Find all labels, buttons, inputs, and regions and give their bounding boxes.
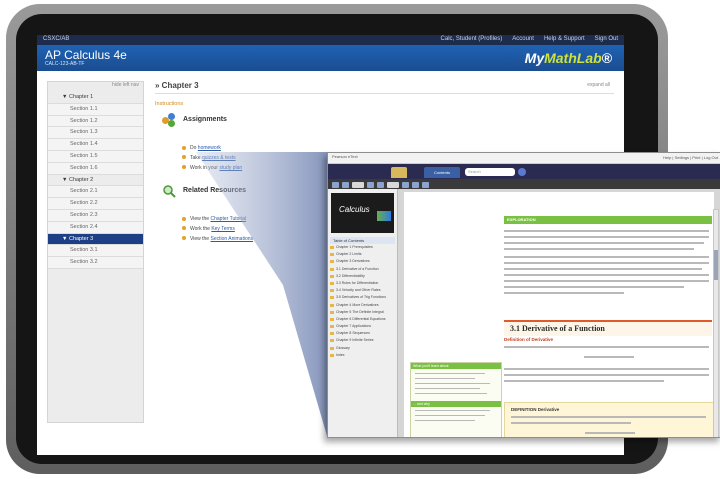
next-page-icon[interactable] <box>342 181 349 188</box>
toc-item[interactable]: Chapter 6 Differential Equations <box>328 316 397 323</box>
toc-item[interactable]: Chapter 9 Infinite Series <box>328 337 397 344</box>
why-heading: ... and why <box>411 401 501 407</box>
text-line <box>504 374 709 376</box>
text-line <box>504 280 709 282</box>
bookmark-tab[interactable] <box>391 167 407 178</box>
text-line <box>504 256 709 258</box>
exploration-heading: EXPLORATION <box>504 216 712 224</box>
cover-title: Calculus <box>339 205 370 214</box>
text-line <box>504 368 709 370</box>
text-line <box>415 373 485 375</box>
text-line <box>504 248 694 250</box>
text-line <box>415 388 480 390</box>
text-line <box>504 286 684 288</box>
page-scrollbar[interactable] <box>713 209 719 437</box>
toc-item[interactable]: Chapter 8 Sequences <box>328 330 397 337</box>
etext-account-links[interactable]: Help | Settings | Print | Log Out <box>663 155 718 160</box>
text-line <box>504 262 709 264</box>
search-go-icon[interactable] <box>518 168 526 176</box>
toc-item[interactable]: Index <box>328 352 397 359</box>
text-line <box>415 420 475 422</box>
bookmark-icon[interactable] <box>412 181 419 188</box>
toc-item[interactable]: 3.2 Differentiability <box>328 273 397 280</box>
text-line <box>511 422 631 424</box>
etext-brand: Pearson eText <box>332 154 358 159</box>
cover-graphic <box>377 211 391 221</box>
text-line <box>504 380 664 382</box>
zoom-level-field[interactable] <box>387 181 399 188</box>
text-line <box>415 410 490 412</box>
scroll-thumb[interactable] <box>714 250 718 280</box>
toc-item[interactable]: Glossary <box>328 345 397 352</box>
etext-left-panel: Calculus Table of Contents Chapter 1 Pre… <box>328 189 398 437</box>
book-page: EXPLORATION 3.1 Derivative of a Function… <box>404 192 714 437</box>
text-line <box>504 242 704 244</box>
definition-box: DEFINITION Derivative <box>504 402 714 437</box>
toc-item[interactable]: Chapter 2 Limits <box>328 251 397 258</box>
toc-item[interactable]: 3.1 Derivative of a Function <box>328 266 397 273</box>
prev-page-icon[interactable] <box>332 181 339 188</box>
definition-subheading: Definition of Derivative <box>504 337 554 342</box>
text-line <box>415 378 475 380</box>
formula-line <box>584 356 634 358</box>
toc-header: Table of Contents <box>330 237 395 244</box>
text-line <box>504 292 624 294</box>
toc-list: Chapter 1 Prerequisites Chapter 2 Limits C… <box>328 244 397 359</box>
book-cover: Calculus <box>331 193 394 233</box>
highlight-icon[interactable] <box>377 181 384 188</box>
contents-tab[interactable]: Contents <box>424 167 460 178</box>
toc-item[interactable]: Chapter 1 Prerequisites <box>328 244 397 251</box>
zoom-icon[interactable] <box>367 181 374 188</box>
text-line <box>511 416 706 418</box>
etext-tabs: Contents Search <box>328 164 720 179</box>
toc-item[interactable]: 3.3 Rules for Differentiation <box>328 280 397 287</box>
toc-item[interactable]: 3.4 Velocity and Other Rates <box>328 287 397 294</box>
etext-topbar: Pearson eText Help | Settings | Print | … <box>328 153 720 164</box>
etext-search-input[interactable]: Search <box>465 168 515 176</box>
text-line <box>504 346 709 348</box>
toc-item[interactable]: Chapter 7 Applications <box>328 323 397 330</box>
print-icon[interactable] <box>422 181 429 188</box>
section-heading: 3.1 Derivative of a Function <box>504 320 712 336</box>
text-line <box>415 415 485 417</box>
text-line <box>504 268 702 270</box>
page-number-field[interactable] <box>352 181 364 188</box>
toc-item[interactable]: 3.5 Derivatives of Trig Functions <box>328 294 397 301</box>
formula-line <box>585 432 635 434</box>
toc-item[interactable]: Chapter 4 More Derivatives <box>328 302 397 309</box>
etext-window: Pearson eText Help | Settings | Print | … <box>327 152 720 438</box>
toc-item[interactable]: Chapter 5 The Definite Integral <box>328 309 397 316</box>
learning-goals-box: What you'll learn about ... and why <box>410 362 502 437</box>
etext-reading-area: EXPLORATION 3.1 Derivative of a Function… <box>398 189 720 437</box>
text-line <box>504 274 709 276</box>
note-icon[interactable] <box>402 181 409 188</box>
toc-item[interactable]: Chapter 3 Derivatives <box>328 258 397 265</box>
goals-heading: What you'll learn about <box>411 363 501 369</box>
text-line <box>415 393 487 395</box>
section-title: 3.1 Derivative of a Function <box>510 324 605 333</box>
text-line <box>415 383 490 385</box>
text-line <box>504 236 709 238</box>
definition-box-title: DEFINITION Derivative <box>511 407 560 412</box>
text-line <box>504 230 709 232</box>
